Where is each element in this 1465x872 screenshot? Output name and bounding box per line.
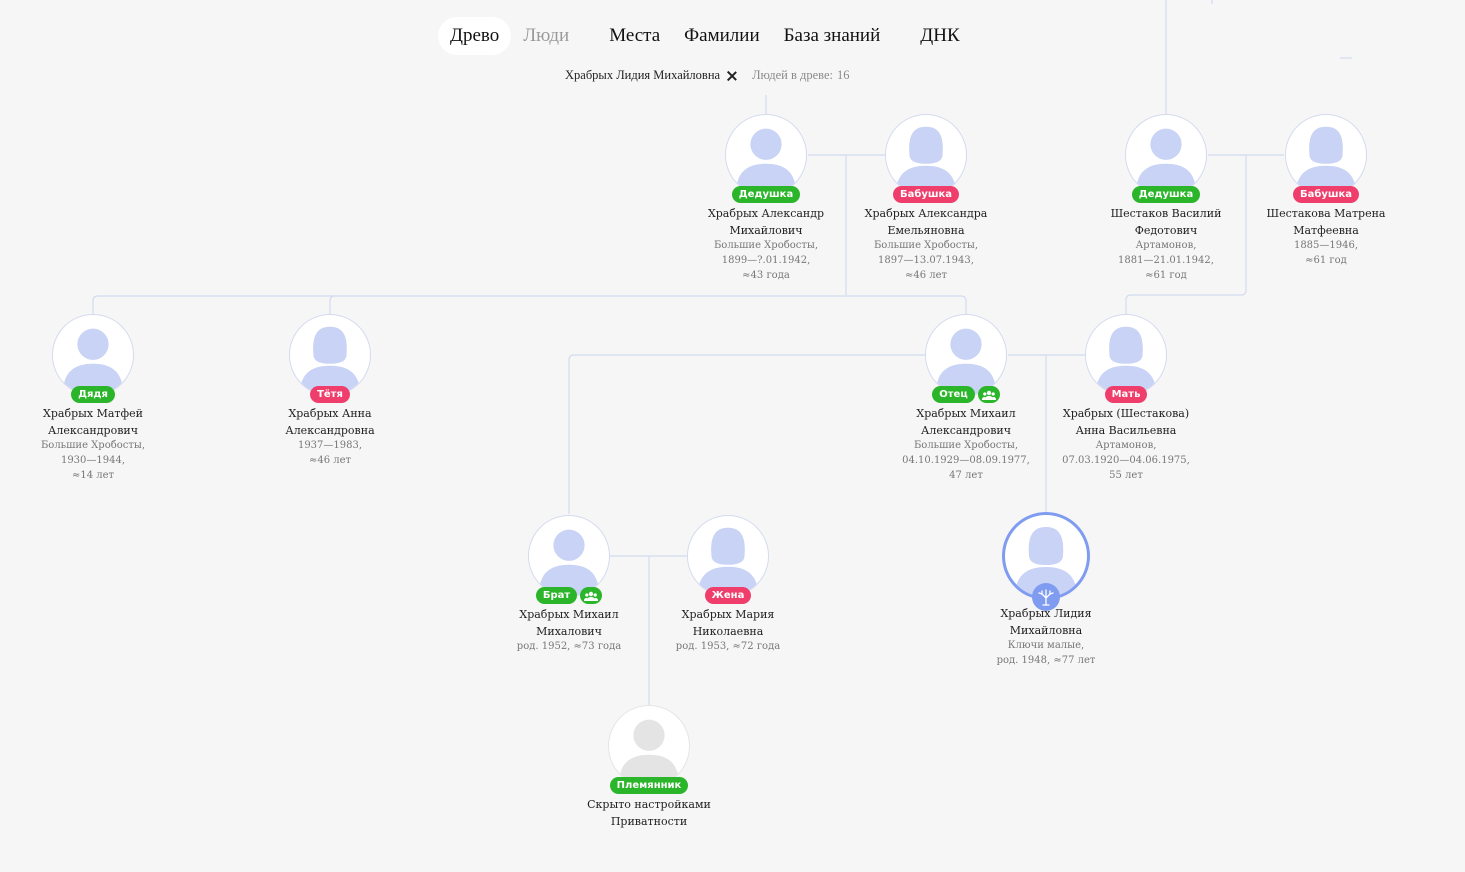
person-card-grandmother-maternal[interactable]: Бабушка Шестакова Матрена Матфеевна 1885—19… xyxy=(1261,114,1391,268)
relation-badges: Жена xyxy=(663,587,793,605)
person-info: 1885—1946, xyxy=(1293,240,1359,251)
relation-badge: Мать xyxy=(1104,386,1148,403)
person-card-self[interactable]: Храбрых Лидия Михайловна Ключи малые, род. … xyxy=(981,512,1111,668)
person-info: 1899—?.01.1942, xyxy=(721,255,811,266)
avatar[interactable] xyxy=(687,515,769,597)
relation-badges: Бабушка xyxy=(1261,186,1391,204)
person-card-nephew[interactable]: Племянник Скрыто настройками Приватности xyxy=(584,705,714,829)
person-name: Федотович xyxy=(1134,224,1198,237)
relation-badge: Племянник xyxy=(609,777,689,794)
relation-badge: Брат xyxy=(535,587,578,604)
person-info: Большие Хробосты, xyxy=(40,440,146,451)
person-info: 1897—13.07.1943, xyxy=(878,255,974,266)
person-info: 1937—1983, xyxy=(297,440,363,451)
relation-badges: Брат xyxy=(504,587,634,605)
avatar[interactable] xyxy=(1285,114,1367,196)
person-info: Ключи малые, xyxy=(1007,640,1085,651)
relation-badges: Дедушка xyxy=(1101,186,1231,204)
person-card-grandfather-paternal[interactable]: Дедушка Храбрых Александр Михайлович Больши… xyxy=(701,114,831,283)
person-info: род. 1952, ≈73 года xyxy=(516,641,622,652)
person-info: ≈43 года xyxy=(742,270,790,281)
person-name: Храбрых Александр xyxy=(707,207,825,220)
avatar[interactable] xyxy=(925,314,1007,396)
person-name: Храбрых Анна xyxy=(288,407,372,420)
relation-badge: Жена xyxy=(704,587,752,604)
person-info: Большие Хробосты, xyxy=(713,240,819,251)
group-icon[interactable] xyxy=(977,386,1000,403)
person-info: род. 1948, ≈77 лет xyxy=(996,655,1096,666)
person-card-brother-wife[interactable]: Жена Храбрых Мария Николаевна род. 1953, ≈7… xyxy=(663,515,793,654)
person-name: Приватности xyxy=(610,815,688,828)
relation-badges: Мать xyxy=(1061,386,1191,404)
person-info: 07.03.1920—04.06.1975, xyxy=(1062,455,1190,466)
relation-badge: Дядя xyxy=(71,386,115,403)
person-name: Александровна xyxy=(285,424,375,437)
person-info: 55 лет xyxy=(1109,470,1143,481)
person-name: Анна Васильевна xyxy=(1075,424,1177,437)
relation-badges xyxy=(981,583,1111,611)
relation-badges: Дедушка xyxy=(701,186,831,204)
person-name: Храбрых Александра xyxy=(864,207,988,220)
person-name: Михайлович xyxy=(729,224,803,237)
person-info: Артамонов, xyxy=(1095,440,1157,451)
person-card-father[interactable]: Отец Храбрых Михаил Александрович Большие Х… xyxy=(901,314,1031,483)
avatar[interactable] xyxy=(885,114,967,196)
person-info: Артамонов, xyxy=(1135,240,1197,251)
person-name: Николаевна xyxy=(692,625,764,638)
person-name: Александрович xyxy=(921,424,1011,437)
person-name: Скрыто настройками xyxy=(587,798,711,811)
person-name: Храбрых Матфей xyxy=(43,407,143,420)
relation-badges: Отец xyxy=(901,386,1031,404)
person-info: ≈46 лет xyxy=(308,455,352,466)
avatar[interactable] xyxy=(608,705,690,787)
person-name: Александрович xyxy=(48,424,138,437)
person-info: ≈61 год xyxy=(1305,255,1347,266)
relation-badge: Дедушка xyxy=(731,186,801,203)
group-icon[interactable] xyxy=(580,587,603,604)
relation-badge: Бабушка xyxy=(892,186,960,203)
avatar[interactable] xyxy=(52,314,134,396)
relation-badges: Тётя xyxy=(265,386,395,404)
relation-badge: Отец xyxy=(932,386,975,403)
relation-badges: Дядя xyxy=(28,386,158,404)
relation-badge: Тётя xyxy=(310,386,350,403)
person-info: Большие Хробосты, xyxy=(873,240,979,251)
person-info: 47 лет xyxy=(949,470,983,481)
person-name: Михайловна xyxy=(1009,624,1083,637)
person-info: 1930—1944, xyxy=(60,455,126,466)
person-info: ≈14 лет xyxy=(71,470,115,481)
person-card-grandmother-paternal[interactable]: Бабушка Храбрых Александра Емельяновна Боль… xyxy=(861,114,991,283)
person-name: Шестаков Василий xyxy=(1110,207,1222,220)
person-info: ≈61 год xyxy=(1145,270,1187,281)
person-name: Храбрых (Шестакова) xyxy=(1062,407,1190,420)
family-tree-icon xyxy=(1032,583,1060,611)
person-name: Храбрых Михаил xyxy=(916,407,1016,420)
person-name: Михалович xyxy=(536,625,602,638)
person-info: ≈46 лет xyxy=(904,270,948,281)
person-card-grandfather-maternal[interactable]: Дедушка Шестаков Василий Федотович Артамоно… xyxy=(1101,114,1231,283)
avatar[interactable] xyxy=(1085,314,1167,396)
person-info: род. 1953, ≈72 года xyxy=(675,641,781,652)
relation-badges: Бабушка xyxy=(861,186,991,204)
person-card-mother[interactable]: Мать Храбрых (Шестакова) Анна Васильевна Ар… xyxy=(1061,314,1191,483)
avatar[interactable] xyxy=(1125,114,1207,196)
person-card-brother[interactable]: Брат Храбрых Михаил Михалович род. 1952, ≈7… xyxy=(504,515,634,654)
person-card-uncle[interactable]: Дядя Храбрых Матфей Александрович Большие Х… xyxy=(28,314,158,483)
person-info: 1881—21.01.1942, xyxy=(1118,255,1214,266)
relation-badge: Бабушка xyxy=(1292,186,1360,203)
person-name: Шестакова Матрена xyxy=(1266,207,1386,220)
avatar[interactable] xyxy=(725,114,807,196)
avatar[interactable] xyxy=(528,515,610,597)
person-name: Емельяновна xyxy=(887,224,965,237)
person-name: Храбрых Михаил xyxy=(519,608,619,621)
relation-badge: Дедушка xyxy=(1131,186,1201,203)
avatar[interactable] xyxy=(289,314,371,396)
person-card-aunt[interactable]: Тётя Храбрых Анна Александровна 1937—1983, ≈… xyxy=(265,314,395,468)
relation-badges: Племянник xyxy=(584,777,714,795)
person-name: Матфеевна xyxy=(1293,224,1359,237)
person-info: Большие Хробосты, xyxy=(913,440,1019,451)
person-info: 04.10.1929—08.09.1977, xyxy=(902,455,1030,466)
person-name: Храбрых Мария xyxy=(681,608,775,621)
